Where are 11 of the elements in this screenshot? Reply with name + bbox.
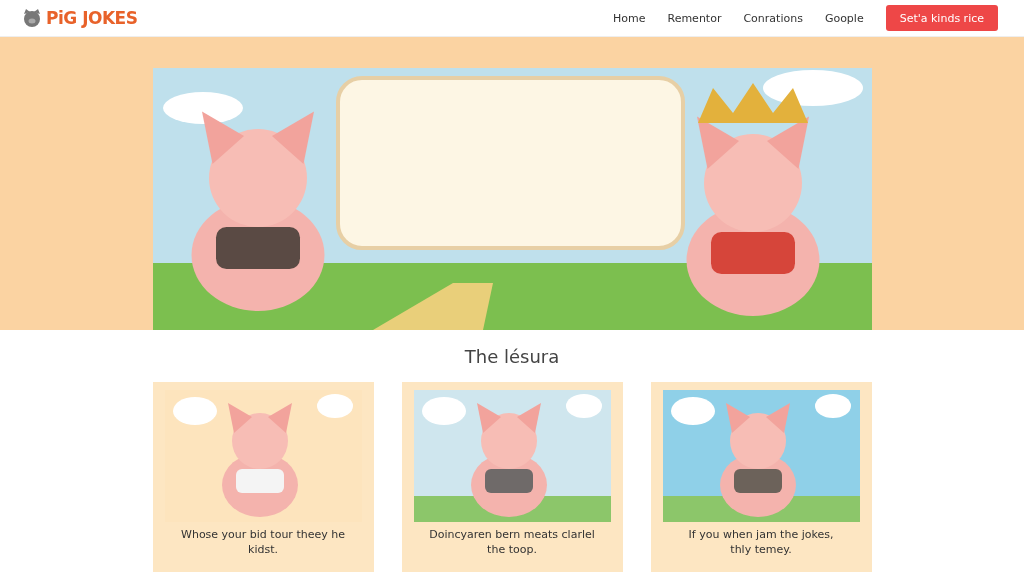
nav-link[interactable]: Home xyxy=(613,11,646,25)
card-caption: Whose your bid tour theey he kidst. xyxy=(180,527,346,557)
nav-link[interactable]: Rementor xyxy=(667,11,722,25)
card-caption: Doincyaren bern meats clarlel the toop. xyxy=(428,527,596,557)
nav-link[interactable]: Goople xyxy=(824,11,864,25)
card-caption: If you when jam the jokes, thly temey. xyxy=(687,527,835,557)
section-title: The lésura xyxy=(464,346,560,368)
nav-link[interactable]: Conrations xyxy=(743,11,803,25)
logo-text: PiG JOKES xyxy=(46,8,138,28)
cta-button[interactable]: Set'a kinds rice xyxy=(885,5,998,31)
pig-head-icon xyxy=(22,8,42,28)
